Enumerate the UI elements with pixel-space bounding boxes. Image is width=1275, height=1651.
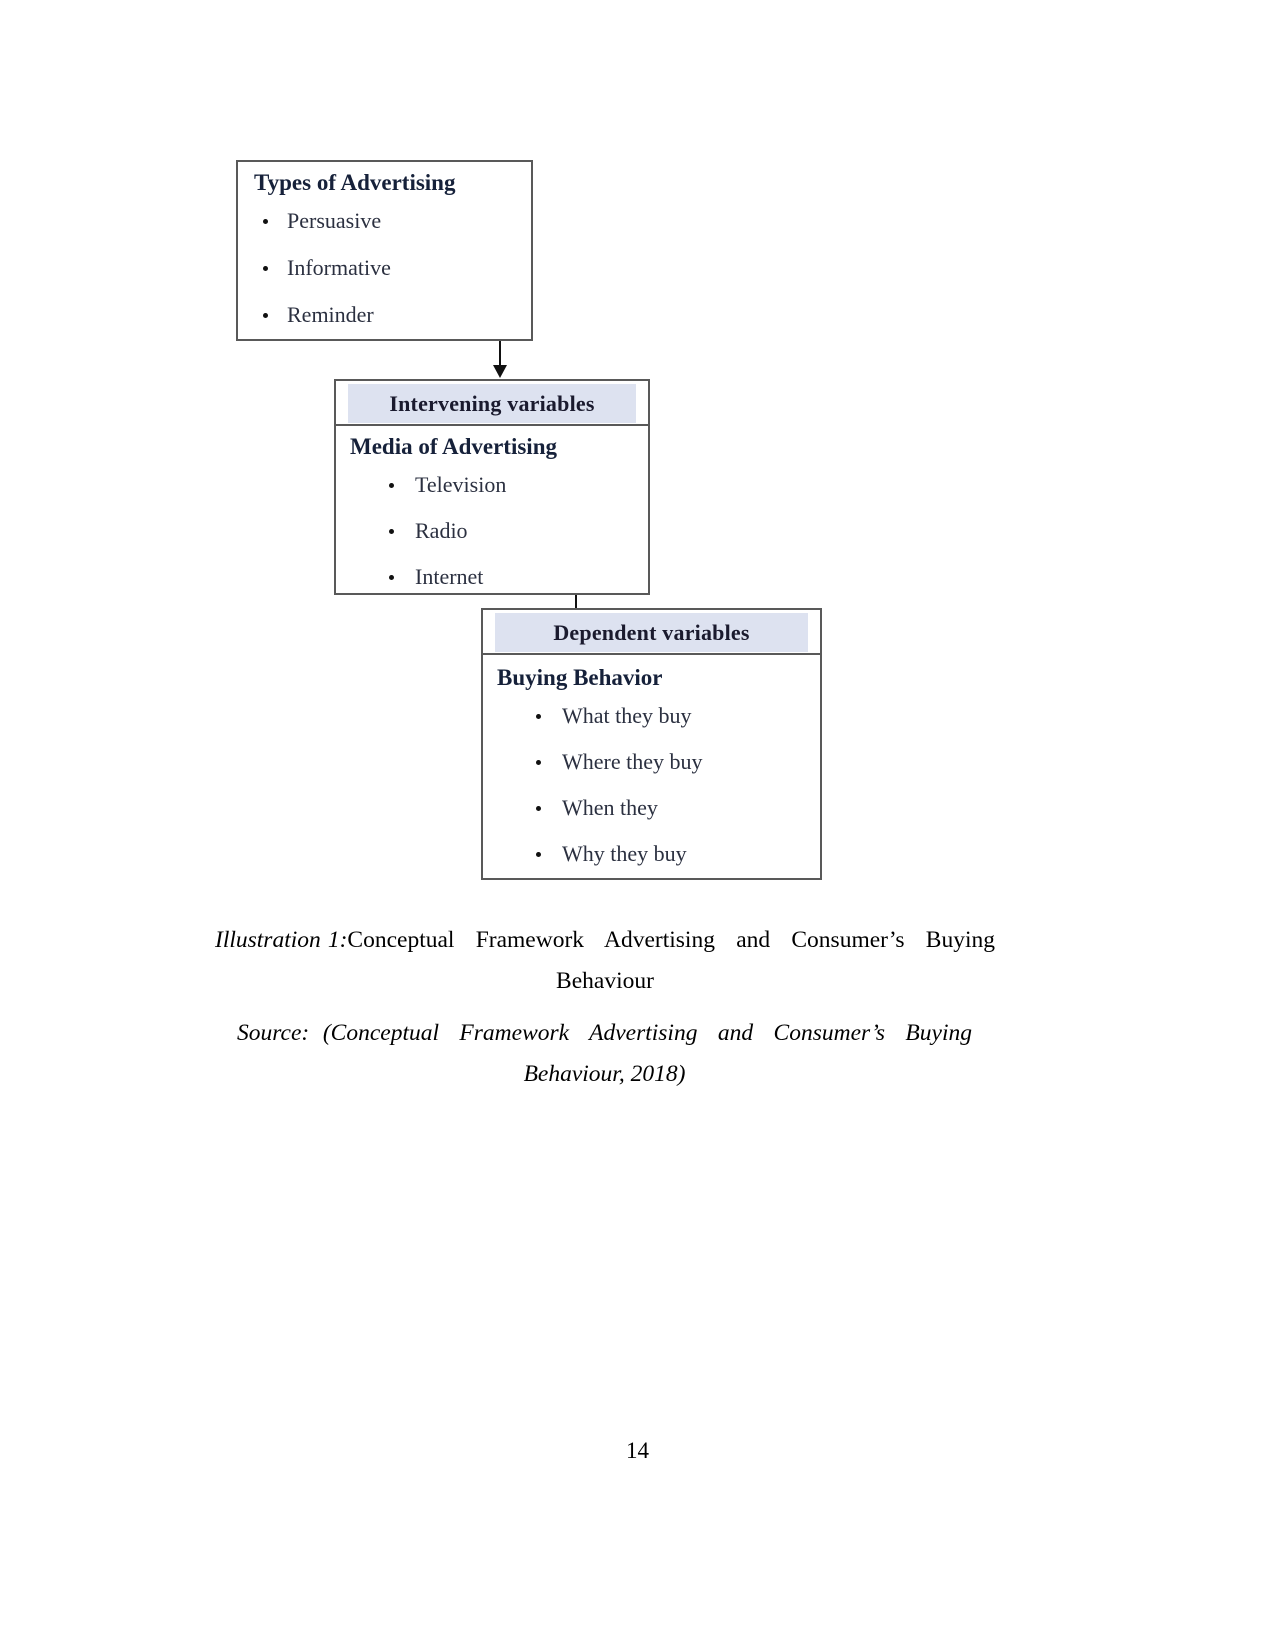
list-item-label: What they buy bbox=[562, 703, 692, 728]
list-item: Persuasive bbox=[238, 210, 531, 232]
bullet-dot-icon bbox=[536, 714, 541, 719]
bullet-dot-icon bbox=[389, 575, 394, 580]
list-item-label: Radio bbox=[415, 518, 468, 543]
illustration-caption: Illustration 1:Conceptual Framework Adve… bbox=[215, 920, 995, 1002]
band-label-dependent-variables: Dependent variables bbox=[553, 620, 750, 645]
bullet-dot-icon bbox=[263, 313, 268, 318]
source-caption-line-2: Behaviour, 2018) bbox=[523, 1061, 686, 1087]
illustration-caption-line-1: Illustration 1:Conceptual Framework Adve… bbox=[215, 920, 995, 961]
list-item-label: Reminder bbox=[287, 302, 374, 327]
illustration-caption-text: Conceptual Framework Advertising and Con… bbox=[347, 927, 995, 953]
list-item: Internet bbox=[336, 566, 648, 588]
list-item: Why they buy bbox=[483, 843, 820, 865]
list-item-label: Why they buy bbox=[562, 841, 687, 866]
list-item-label: Internet bbox=[415, 564, 484, 589]
bullet-dot-icon bbox=[389, 529, 394, 534]
illustration-caption-line-2: Behaviour bbox=[556, 968, 654, 994]
bullet-list-buying-behavior: What they buy Where they buy When they W… bbox=[483, 705, 820, 865]
list-item: Informative bbox=[238, 257, 531, 279]
page-number: 14 bbox=[626, 1438, 649, 1463]
list-item: When they bbox=[483, 797, 820, 819]
bullet-list-types-of-advertising: Persuasive Informative Reminder bbox=[238, 210, 531, 326]
flow-box-types-of-advertising: Types of Advertising Persuasive Informat… bbox=[236, 160, 533, 341]
list-item: What they buy bbox=[483, 705, 820, 727]
source-caption-line-1: Source: (Conceptual Framework Advertisin… bbox=[237, 1020, 972, 1046]
list-item-label: Persuasive bbox=[287, 208, 382, 233]
document-page: Types of Advertising Persuasive Informat… bbox=[0, 0, 1275, 1651]
bullet-dot-icon bbox=[536, 806, 541, 811]
list-item-label: Television bbox=[415, 472, 507, 497]
list-item: Radio bbox=[336, 520, 648, 542]
arrow-shaft bbox=[499, 341, 501, 367]
illustration-label: Illustration 1: bbox=[215, 927, 348, 953]
list-item: Reminder bbox=[238, 304, 531, 326]
flow-box-intervening-variables: Intervening variables Media of Advertisi… bbox=[334, 379, 650, 595]
band-label-intervening-variables: Intervening variables bbox=[389, 391, 595, 416]
bullet-dot-icon bbox=[389, 483, 394, 488]
conceptual-framework-diagram: Types of Advertising Persuasive Informat… bbox=[0, 0, 1275, 900]
list-item: Where they buy bbox=[483, 751, 820, 773]
band-dependent-variables: Dependent variables bbox=[483, 610, 820, 655]
flow-box-dependent-variables: Dependent variables Buying Behavior What… bbox=[481, 608, 822, 880]
bullet-dot-icon bbox=[536, 760, 541, 765]
list-item-label: Informative bbox=[287, 255, 391, 280]
list-item-label: Where they buy bbox=[562, 749, 703, 774]
bullet-dot-icon bbox=[536, 852, 541, 857]
box-heading-media-of-advertising: Media of Advertising bbox=[350, 434, 557, 459]
list-item-label: When they bbox=[562, 795, 658, 820]
bullet-dot-icon bbox=[263, 266, 268, 271]
box-heading-buying-behavior: Buying Behavior bbox=[497, 665, 663, 690]
box-heading-types-of-advertising: Types of Advertising bbox=[254, 170, 456, 195]
bullet-list-media-of-advertising: Television Radio Internet bbox=[336, 474, 648, 588]
list-item: Television bbox=[336, 474, 648, 496]
band-intervening-variables: Intervening variables bbox=[336, 381, 648, 426]
bullet-dot-icon bbox=[263, 219, 268, 224]
arrow-head-icon bbox=[493, 365, 507, 378]
source-caption: Source: (Conceptual Framework Advertisin… bbox=[237, 1013, 972, 1095]
